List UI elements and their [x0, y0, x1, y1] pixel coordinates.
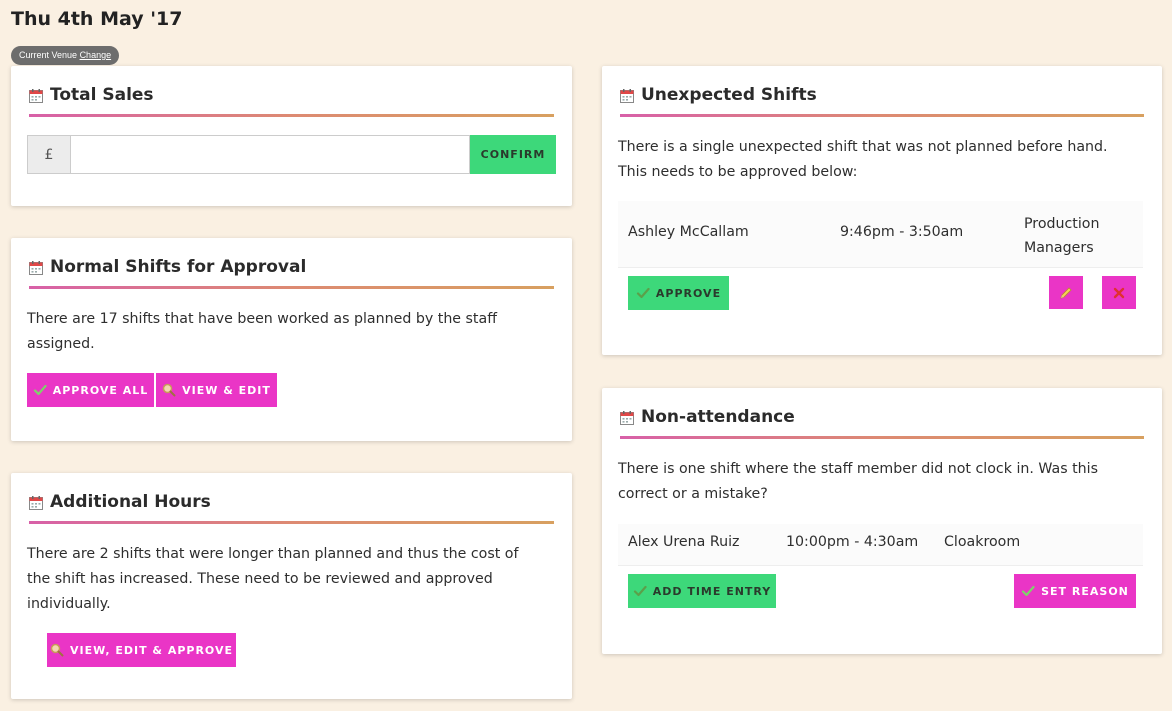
shift-time: 9:46pm - 3:50am	[840, 224, 964, 240]
description-line: There are 2 shifts that were longer than…	[27, 546, 519, 562]
calendar-icon	[29, 89, 43, 103]
card-header: Normal Shifts for Approval	[29, 238, 554, 289]
role-line: Managers	[1024, 240, 1094, 256]
header-divider	[29, 521, 554, 524]
button-label: VIEW, EDIT & APPROVE	[69, 643, 234, 657]
unexpected-shifts-card: Unexpected Shifts There is a single unex…	[602, 66, 1162, 355]
card-title: Additional Hours	[50, 492, 211, 512]
magnifier-icon	[50, 643, 64, 657]
normal-shifts-card: Normal Shifts for Approval There are 17 …	[11, 238, 572, 441]
card-title: Normal Shifts for Approval	[50, 257, 307, 277]
description-line: There is one shift where the staff membe…	[618, 461, 1099, 477]
delete-shift-button[interactable]	[1102, 276, 1136, 309]
header-divider	[620, 114, 1144, 117]
normal-shifts-description: There are 17 shifts that have been worke…	[27, 307, 497, 357]
description-line: correct or a mistake?	[618, 486, 768, 502]
approve-all-button[interactable]: APPROVE ALL	[27, 373, 154, 407]
staff-name: Ashley McCallam	[628, 224, 749, 240]
total-sales-input-group: £ CONFIRM	[27, 135, 556, 174]
unexpected-shifts-description: There is a single unexpected shift that …	[618, 135, 1108, 185]
button-label: ADD TIME ENTRY	[652, 584, 772, 598]
view-edit-approve-button[interactable]: VIEW, EDIT & APPROVE	[47, 633, 236, 667]
non-attendance-card: Non-attendance There is one shift where …	[602, 388, 1162, 654]
pencil-icon	[1059, 286, 1073, 300]
change-venue-link[interactable]: Change	[80, 50, 112, 60]
view-edit-button[interactable]: VIEW & EDIT	[156, 373, 277, 407]
add-time-entry-button[interactable]: ADD TIME ENTRY	[628, 574, 776, 608]
card-header: Additional Hours	[29, 473, 554, 524]
edit-shift-button[interactable]	[1049, 276, 1083, 309]
card-header: Non-attendance	[620, 388, 1144, 439]
button-label: APPROVE	[655, 286, 722, 300]
description-line: There are 17 shifts that have been worke…	[27, 311, 497, 327]
description-line: individually.	[27, 596, 111, 612]
set-reason-button[interactable]: SET REASON	[1014, 574, 1136, 608]
header-divider	[29, 114, 554, 117]
card-title: Non-attendance	[641, 407, 795, 427]
check-icon	[33, 383, 47, 397]
calendar-icon	[29, 261, 43, 275]
card-title: Total Sales	[50, 85, 154, 105]
close-icon	[1112, 286, 1126, 300]
calendar-icon	[620, 89, 634, 103]
shift-time: 10:00pm - 4:30am	[786, 534, 919, 550]
card-header: Total Sales	[29, 66, 554, 117]
check-icon	[1021, 584, 1035, 598]
description-line: This needs to be approved below:	[618, 164, 858, 180]
total-sales-card: Total Sales £ CONFIRM	[11, 66, 572, 206]
description-line: assigned.	[27, 336, 95, 352]
magnifier-icon	[162, 383, 176, 397]
description-line: There is a single unexpected shift that …	[618, 139, 1108, 155]
description-line: the shift has increased. These need to b…	[27, 571, 493, 587]
role-line: Production	[1024, 216, 1100, 232]
non-attendance-description: There is one shift where the staff membe…	[618, 457, 1098, 507]
confirm-button[interactable]: CONFIRM	[470, 135, 556, 174]
card-header: Unexpected Shifts	[620, 66, 1144, 117]
header-divider	[29, 286, 554, 289]
currency-prefix: £	[27, 135, 70, 174]
current-venue-badge: Current Venue Change	[11, 46, 120, 65]
page-title: Thu 4th May '17	[11, 8, 183, 30]
button-label: APPROVE ALL	[52, 383, 149, 397]
additional-hours-description: There are 2 shifts that were longer than…	[27, 542, 518, 617]
staff-role: Production Managers	[1024, 212, 1099, 260]
staff-role: Cloakroom	[944, 534, 1021, 550]
total-sales-input[interactable]	[70, 135, 470, 174]
button-label: SET REASON	[1041, 584, 1129, 598]
check-icon	[636, 286, 650, 300]
check-icon	[633, 584, 647, 598]
approve-button[interactable]: APPROVE	[628, 276, 729, 310]
additional-hours-card: Additional Hours There are 2 shifts that…	[11, 473, 572, 699]
calendar-icon	[620, 411, 634, 425]
header-divider	[620, 436, 1144, 439]
current-venue-label: Current Venue	[19, 50, 78, 60]
calendar-icon	[29, 496, 43, 510]
staff-name: Alex Urena Ruiz	[628, 534, 740, 550]
button-label: VIEW & EDIT	[182, 383, 271, 397]
card-title: Unexpected Shifts	[641, 85, 817, 105]
